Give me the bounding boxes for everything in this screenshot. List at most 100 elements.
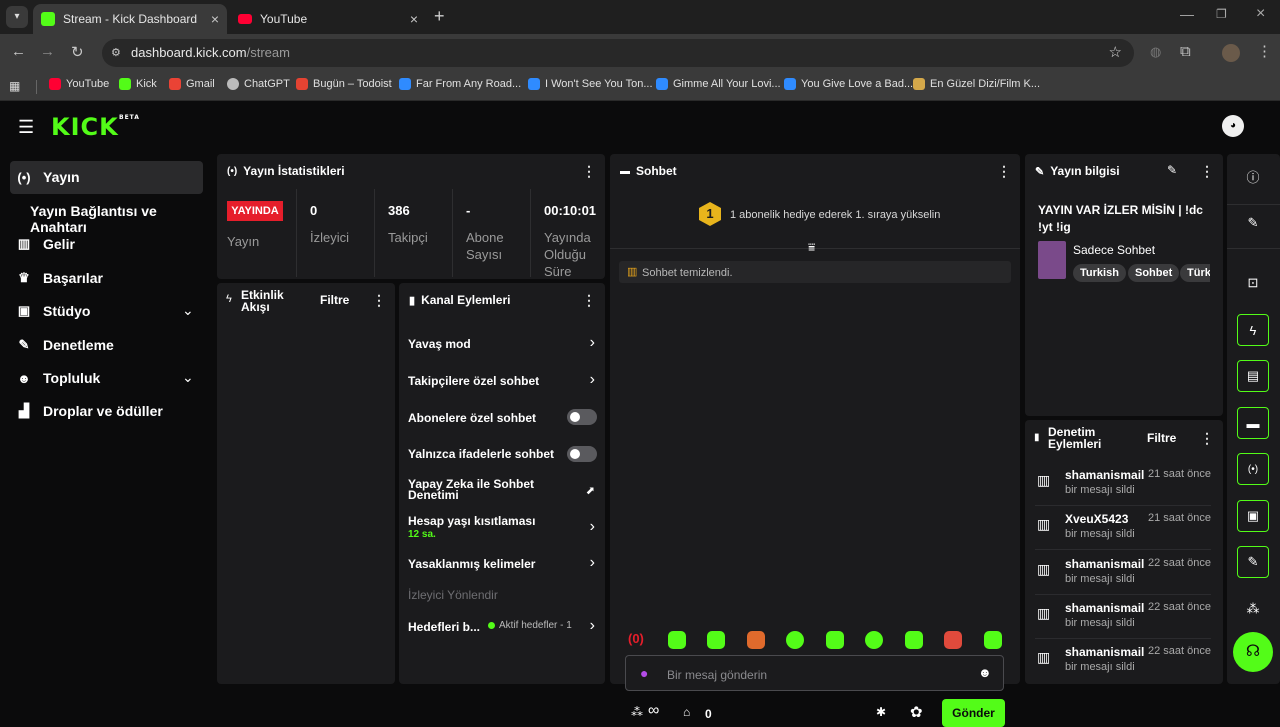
mod-username[interactable]: shamanismail (1065, 601, 1144, 615)
goals-action[interactable]: Hedefleri b... (408, 620, 480, 634)
close-tab-icon[interactable]: × (410, 11, 418, 27)
channel-points-icon[interactable]: ⁂ (631, 705, 643, 719)
chat-bubble-icon[interactable]: ▬ (1237, 407, 1269, 439)
info-icon[interactable]: ⓘ (1237, 160, 1269, 192)
slow-mode-action[interactable]: Yavaş mod (408, 337, 471, 351)
screenshot-icon[interactable]: ⊡ (1237, 267, 1269, 299)
emoji-picker-icon[interactable]: ☻ (978, 665, 992, 680)
more-options-icon[interactable]: ⋮ (1200, 163, 1214, 180)
more-options-icon[interactable]: ⋮ (1200, 430, 1214, 447)
restore-icon[interactable]: ❐ (1216, 7, 1227, 21)
video-icon[interactable]: ▣ (1237, 500, 1269, 532)
edit-pencil-icon[interactable]: ✎ (1237, 207, 1269, 239)
emote-icon[interactable] (707, 631, 725, 649)
bookmark-series[interactable]: En Güzel Dizi/Film K... (913, 78, 1040, 90)
reload-icon[interactable]: ↻ (71, 43, 84, 61)
back-icon[interactable]: ← (11, 43, 26, 60)
more-options-icon[interactable]: ⋮ (582, 163, 596, 180)
tab-search-button[interactable]: ▾ (6, 6, 28, 28)
new-tab-button[interactable]: + (434, 6, 445, 27)
pinned-collapse-icon[interactable]: ⩸ (808, 240, 815, 255)
sidebar-item-basarilar[interactable]: ♛ Başarılar (16, 270, 103, 286)
sidebar-item-studyo[interactable]: ▣ Stüdyo (16, 303, 91, 319)
tag-pill[interactable]: Turkish (1073, 264, 1126, 282)
hamburger-menu-icon[interactable]: ☰ (18, 117, 34, 138)
emote-icon[interactable] (826, 631, 844, 649)
site-info-icon[interactable]: ⚙ (111, 39, 121, 67)
external-link-icon[interactable]: ⬈ (586, 484, 595, 497)
more-options-icon[interactable]: ⋮ (582, 292, 596, 309)
mod-username[interactable]: shamanismail (1065, 557, 1144, 571)
store-icon[interactable]: ⌂ (683, 705, 690, 719)
emote-icon[interactable] (944, 631, 962, 649)
chevron-right-icon[interactable]: › (590, 371, 595, 389)
mod-username[interactable]: XveuX5423 (1065, 512, 1128, 526)
support-headset-button[interactable]: ☊ (1233, 632, 1273, 672)
bookmark-song-3[interactable]: Gimme All Your Lovi... (656, 78, 781, 90)
address-bar[interactable]: ⚙ dashboard.kick.com/stream ☆ (102, 39, 1134, 67)
bookmark-star-icon[interactable]: ☆ (1109, 39, 1122, 67)
tag-pill[interactable]: Sohbet (1128, 264, 1180, 282)
chevron-right-icon[interactable]: › (590, 518, 595, 536)
bookmark-youtube[interactable]: YouTube (49, 78, 109, 90)
send-button[interactable]: Gönder (942, 699, 1005, 727)
emote-icon[interactable] (865, 631, 883, 649)
chevron-right-icon[interactable]: › (590, 617, 595, 635)
kick-emote-icon[interactable]: ✿ (910, 703, 923, 721)
microphone-icon[interactable]: ● (640, 665, 648, 681)
chevron-down-icon[interactable]: ⌄ (182, 369, 194, 386)
apps-grid-icon[interactable]: ▦ (9, 79, 20, 93)
emote-icon[interactable] (668, 631, 686, 649)
emote-icon[interactable] (905, 631, 923, 649)
filter-button[interactable]: Filtre (320, 293, 349, 307)
profile-avatar[interactable] (1222, 44, 1240, 62)
banned-words-action[interactable]: Yasaklanmış kelimeler (408, 557, 535, 571)
emote-icon[interactable]: (0) (628, 631, 646, 649)
emote-icon[interactable] (786, 631, 804, 649)
lightning-icon[interactable]: ϟ (1237, 314, 1269, 346)
wrench-icon[interactable]: ✎ (1237, 546, 1269, 578)
bookmark-song-2[interactable]: I Won't See You Ton... (528, 78, 653, 90)
category-name[interactable]: Sadece Sohbet (1073, 243, 1155, 257)
bookmark-gmail[interactable]: Gmail (169, 78, 215, 90)
performance-icon[interactable]: ◍ (1150, 44, 1161, 60)
tag-pill[interactable]: Türk (1180, 264, 1210, 282)
chevron-down-icon[interactable]: ⌄ (182, 302, 194, 319)
close-tab-icon[interactable]: × (211, 11, 219, 27)
tab-youtube[interactable]: YouTube × (230, 4, 426, 34)
mod-username[interactable]: shamanismail (1065, 468, 1144, 482)
more-options-icon[interactable]: ⋮ (997, 163, 1011, 180)
kick-logo[interactable]: KICK BETA (51, 113, 139, 141)
bookmark-kick[interactable]: Kick (119, 78, 157, 90)
filter-button[interactable]: Filtre (1147, 431, 1176, 445)
browser-menu-icon[interactable]: ⋮ (1257, 42, 1272, 60)
ai-moderation-action[interactable]: Yapay Zeka ile Sohbet Denetimi (408, 478, 548, 501)
bookmark-song-1[interactable]: Far From Any Road... (399, 78, 521, 90)
notes-icon[interactable]: ▤ (1237, 360, 1269, 392)
sidebar-item-gelir[interactable]: ▥ Gelir (16, 236, 75, 252)
emote-icon[interactable] (984, 631, 1002, 649)
account-age-action[interactable]: Hesap yaşı kısıtlaması (408, 514, 535, 528)
channel-points-icon[interactable]: ⁂ (1237, 593, 1269, 625)
sidebar-item-stream-key[interactable]: Yayın Bağlantısı ve Anahtarı (30, 203, 212, 235)
close-window-icon[interactable]: × (1256, 5, 1265, 23)
bookmark-chatgpt[interactable]: ChatGPT (227, 78, 290, 90)
chat-settings-icon[interactable]: ✱ (876, 705, 886, 719)
category-thumbnail[interactable] (1038, 241, 1066, 279)
user-avatar[interactable]: ◕ (1222, 115, 1244, 137)
sidebar-item-droplar[interactable]: ▟ Droplar ve ödüller (16, 403, 163, 419)
gift-prompt[interactable]: 1 abonelik hediye ederek 1. sıraya yükse… (730, 209, 940, 221)
sidebar-item-denetleme[interactable]: ✎ Denetleme (16, 337, 114, 353)
extensions-icon[interactable]: ⧉ (1180, 43, 1191, 60)
chevron-right-icon[interactable]: › (590, 554, 595, 572)
followers-only-action[interactable]: Takipçilere özel sohbet (408, 374, 539, 388)
bookmark-song-4[interactable]: You Give Love a Bad... (784, 78, 913, 90)
emotes-only-toggle[interactable] (567, 446, 597, 462)
subscribers-only-toggle[interactable] (567, 409, 597, 425)
sidebar-item-topluluk[interactable]: ☻ Topluluk (16, 370, 100, 386)
emote-icon[interactable] (747, 631, 765, 649)
mod-username[interactable]: shamanismail (1065, 645, 1144, 659)
tab-kick-dashboard[interactable]: Stream - Kick Dashboard × (33, 4, 227, 34)
forward-icon[interactable]: → (40, 43, 55, 60)
bookmark-todoist[interactable]: Bugün – Todoist (296, 78, 392, 90)
